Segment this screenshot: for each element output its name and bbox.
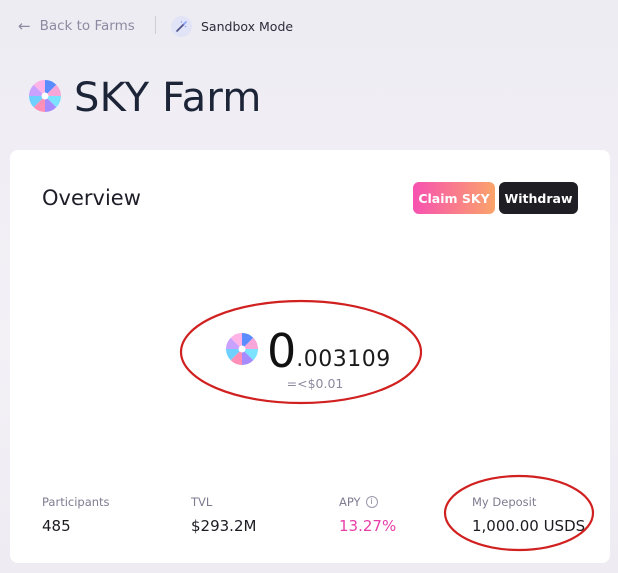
- stat-label: My Deposit: [472, 495, 537, 509]
- stat-value: 13.27%: [339, 517, 397, 535]
- nav-divider: [155, 16, 156, 34]
- stat-label: TVL: [191, 495, 213, 509]
- back-to-farms-link[interactable]: ← Back to Farms: [18, 16, 135, 36]
- sky-token-icon: [28, 79, 62, 117]
- balance-usd-value: =<$0.01: [286, 376, 344, 391]
- balance-integer: 0: [267, 324, 297, 378]
- back-link-label: Back to Farms: [39, 18, 135, 34]
- sandbox-label: Sandbox Mode: [201, 18, 294, 34]
- stat-value: $293.2M: [191, 517, 257, 535]
- overview-heading: Overview: [42, 186, 141, 210]
- sky-balance: 0 .003109: [267, 322, 391, 374]
- magic-wand-icon: [171, 15, 192, 37]
- sky-token-icon: [225, 332, 259, 370]
- info-icon[interactable]: i: [365, 496, 378, 508]
- stat-label: APY: [339, 495, 361, 509]
- stat-tvl: TVL $293.2M: [191, 495, 256, 535]
- stat-my-deposit: My Deposit 1,000.00 USDS: [472, 495, 585, 535]
- stat-apy: APY i 13.27%: [339, 495, 396, 535]
- stat-value: 1,000.00 USDS: [472, 517, 586, 535]
- overview-card: Overview Claim SKY Withdraw 0 .003109 =<…: [10, 150, 610, 563]
- page-title: SKY Farm: [74, 75, 262, 121]
- top-nav: ← Back to Farms Sandbox Mode: [0, 0, 618, 52]
- arrow-left-icon: ←: [18, 16, 31, 35]
- balance-decimal: .003109: [296, 347, 391, 372]
- stat-participants: Participants 485: [42, 495, 110, 535]
- page-header: SKY Farm: [28, 70, 262, 126]
- claim-sky-button[interactable]: Claim SKY: [413, 182, 495, 214]
- stat-value: 485: [42, 517, 71, 535]
- sandbox-mode-indicator[interactable]: Sandbox Mode: [171, 15, 293, 37]
- stat-label: Participants: [42, 495, 110, 509]
- withdraw-button[interactable]: Withdraw: [499, 182, 578, 214]
